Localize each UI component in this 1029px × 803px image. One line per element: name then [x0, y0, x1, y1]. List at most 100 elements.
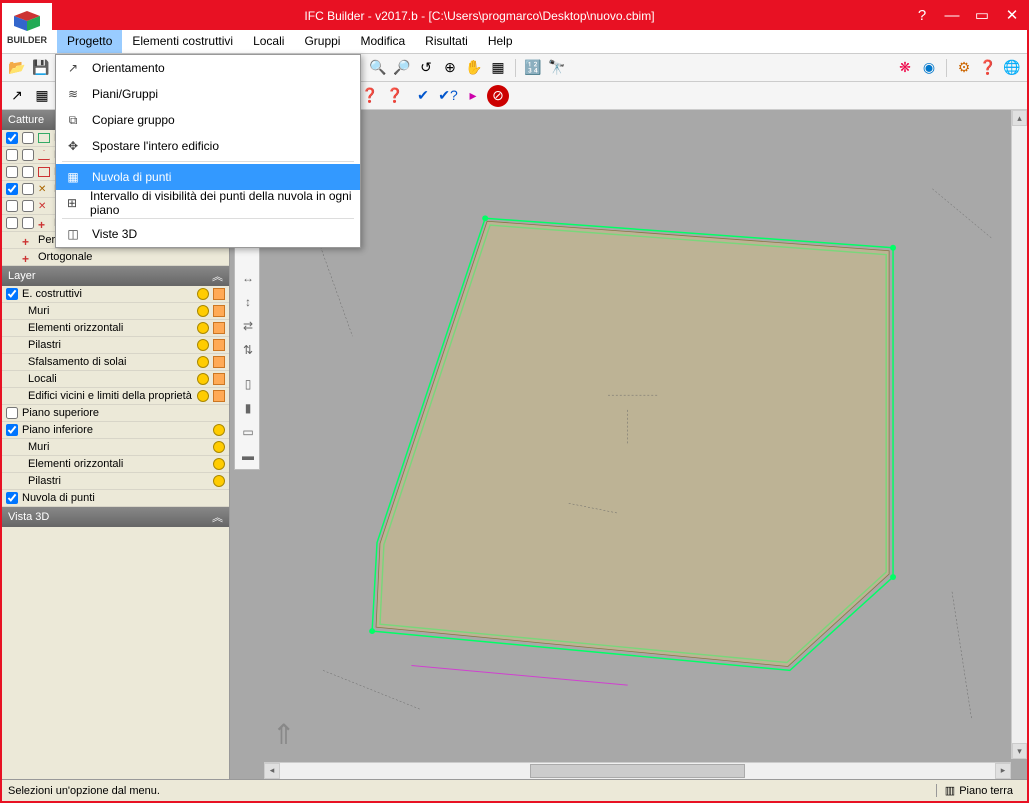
layer-cube-icon[interactable] — [213, 373, 225, 385]
viewport-tool-button[interactable]: ▯ — [238, 374, 258, 394]
menu-elementi[interactable]: Elementi costruttivi — [122, 30, 243, 53]
vista3d-header[interactable]: Vista 3D︽ — [2, 507, 229, 527]
menu-help[interactable]: Help — [478, 30, 523, 53]
layer-checkbox[interactable] — [6, 492, 18, 504]
scrollbar-horizontal[interactable]: ◂ ▸ — [264, 762, 1011, 779]
catture-checkbox-a[interactable] — [6, 166, 18, 178]
dropdown-item[interactable]: ⧉Copiare gruppo — [56, 107, 360, 133]
visibility-dot-icon[interactable] — [197, 390, 209, 402]
layer-cube-icon[interactable] — [213, 356, 225, 368]
titlebar-help-button[interactable]: ? — [907, 2, 937, 30]
visibility-dot-icon[interactable] — [197, 373, 209, 385]
visibility-dot-icon[interactable] — [213, 458, 225, 470]
visibility-dot-icon[interactable] — [197, 356, 209, 368]
scroll-down-icon[interactable]: ▾ — [1012, 743, 1027, 759]
catture-checkbox-a[interactable] — [6, 149, 18, 161]
layer-row[interactable]: Nuvola di punti — [2, 490, 229, 507]
settings-button[interactable]: ⚙ — [953, 57, 975, 79]
layer-cube-icon[interactable] — [213, 288, 225, 300]
catture-checkbox-b[interactable] — [22, 217, 34, 229]
zoom-window-button[interactable]: 🔎 — [391, 57, 413, 79]
visibility-dot-icon[interactable] — [197, 288, 209, 300]
layer-row[interactable]: Locali — [2, 371, 229, 388]
grid-button[interactable]: ▦ — [487, 57, 509, 79]
dropdown-item[interactable]: ≋Piani/Gruppi — [56, 81, 360, 107]
layer-row[interactable]: Piano inferiore — [2, 422, 229, 439]
menu-risultati[interactable]: Risultati — [415, 30, 478, 53]
layer-row[interactable]: Elementi orizzontali — [2, 320, 229, 337]
layer-row[interactable]: E. costruttivi — [2, 286, 229, 303]
config-a-button[interactable]: ❋ — [894, 57, 916, 79]
check-button[interactable]: ✔ — [412, 85, 434, 107]
drawing-canvas[interactable]: ⇑ — [264, 110, 1011, 759]
catture-checkbox-b[interactable] — [22, 166, 34, 178]
catture-checkbox-b[interactable] — [22, 149, 34, 161]
catture-checkbox-b[interactable] — [22, 132, 34, 144]
catture-checkbox-a[interactable] — [6, 200, 18, 212]
layer-row[interactable]: Elementi orizzontali — [2, 456, 229, 473]
dropdown-item[interactable]: ↗Orientamento — [56, 55, 360, 81]
layer-cube-icon[interactable] — [213, 322, 225, 334]
dropdown-item[interactable]: ⊞Intervallo di visibilità dei punti dell… — [56, 190, 360, 216]
layer-checkbox[interactable] — [6, 407, 18, 419]
layer-header[interactable]: Layer︽ — [2, 266, 229, 286]
layer-cube-icon[interactable] — [213, 390, 225, 402]
help-button[interactable]: ❓ — [977, 57, 999, 79]
layer-row[interactable]: Piano superiore — [2, 405, 229, 422]
visibility-dot-icon[interactable] — [213, 441, 225, 453]
save-button[interactable]: 💾 — [30, 57, 52, 79]
catture-row[interactable]: +Ortogonale — [2, 249, 229, 266]
menu-modifica[interactable]: Modifica — [350, 30, 415, 53]
floor-indicator[interactable]: ▥ Piano terra — [936, 784, 1021, 797]
config-b-button[interactable]: ◉ — [918, 57, 940, 79]
refresh-zoom-button[interactable]: ↺ — [415, 57, 437, 79]
dropdown-item[interactable]: ◫Viste 3D — [56, 221, 360, 247]
scroll-track[interactable] — [280, 763, 995, 779]
visibility-dot-icon[interactable] — [197, 339, 209, 351]
check-q-button[interactable]: ✔? — [437, 85, 459, 107]
scroll-up-icon[interactable]: ▴ — [1012, 110, 1027, 126]
viewport-tool-button[interactable]: ↔ — [238, 268, 258, 288]
menu-progetto[interactable]: Progetto — [57, 30, 122, 53]
layer-row[interactable]: Muri — [2, 303, 229, 320]
orient-button[interactable]: ↗ — [6, 85, 28, 107]
scroll-left-icon[interactable]: ◂ — [264, 763, 280, 779]
minimize-button[interactable]: — — [937, 2, 967, 30]
layer-row[interactable]: Sfalsamento di solai — [2, 354, 229, 371]
visibility-dot-icon[interactable] — [197, 322, 209, 334]
stop-button[interactable]: ⊘ — [487, 85, 509, 107]
layers-button[interactable]: ▦ — [31, 85, 53, 107]
layer-row[interactable]: Pilastri — [2, 473, 229, 490]
menu-locali[interactable]: Locali — [243, 30, 294, 53]
layer-checkbox[interactable] — [6, 288, 18, 300]
qmark1-button[interactable]: ❓ — [359, 85, 381, 107]
viewport-tool-button[interactable]: ⇅ — [238, 340, 258, 360]
viewport-tool-button[interactable]: ↕ — [238, 292, 258, 312]
layer-checkbox[interactable] — [6, 424, 18, 436]
open-button[interactable]: 📂 — [6, 57, 28, 79]
layer-cube-icon[interactable] — [213, 305, 225, 317]
qmark2-button[interactable]: ❓ — [384, 85, 406, 107]
scroll-thumb[interactable] — [530, 764, 745, 778]
viewport-tool-button[interactable]: ⇄ — [238, 316, 258, 336]
catture-checkbox-b[interactable] — [22, 200, 34, 212]
menu-gruppi[interactable]: Gruppi — [294, 30, 350, 53]
zoom-button[interactable]: 🔍 — [367, 57, 389, 79]
viewport-tool-button[interactable]: ▮ — [238, 398, 258, 418]
catture-checkbox-b[interactable] — [22, 183, 34, 195]
layer-cube-icon[interactable] — [213, 339, 225, 351]
maximize-button[interactable]: ▭ — [967, 2, 997, 30]
catture-checkbox-a[interactable] — [6, 132, 18, 144]
zoom-extents-button[interactable]: ⊕ — [439, 57, 461, 79]
catture-checkbox-a[interactable] — [6, 217, 18, 229]
close-button[interactable]: ✕ — [997, 2, 1027, 30]
catture-checkbox-a[interactable] — [6, 183, 18, 195]
layer-row[interactable]: Edifici vicini e limiti della proprietà — [2, 388, 229, 405]
dropdown-item[interactable]: ▦Nuvola di punti — [56, 164, 360, 190]
scrollbar-vertical[interactable]: ▴ ▾ — [1011, 110, 1027, 759]
find-button[interactable]: 🔭 — [546, 57, 568, 79]
scroll-right-icon[interactable]: ▸ — [995, 763, 1011, 779]
viewport-tool-button[interactable]: ▭ — [238, 422, 258, 442]
dropdown-item[interactable]: ✥Spostare l'intero edificio — [56, 133, 360, 159]
layer-row[interactable]: Pilastri — [2, 337, 229, 354]
